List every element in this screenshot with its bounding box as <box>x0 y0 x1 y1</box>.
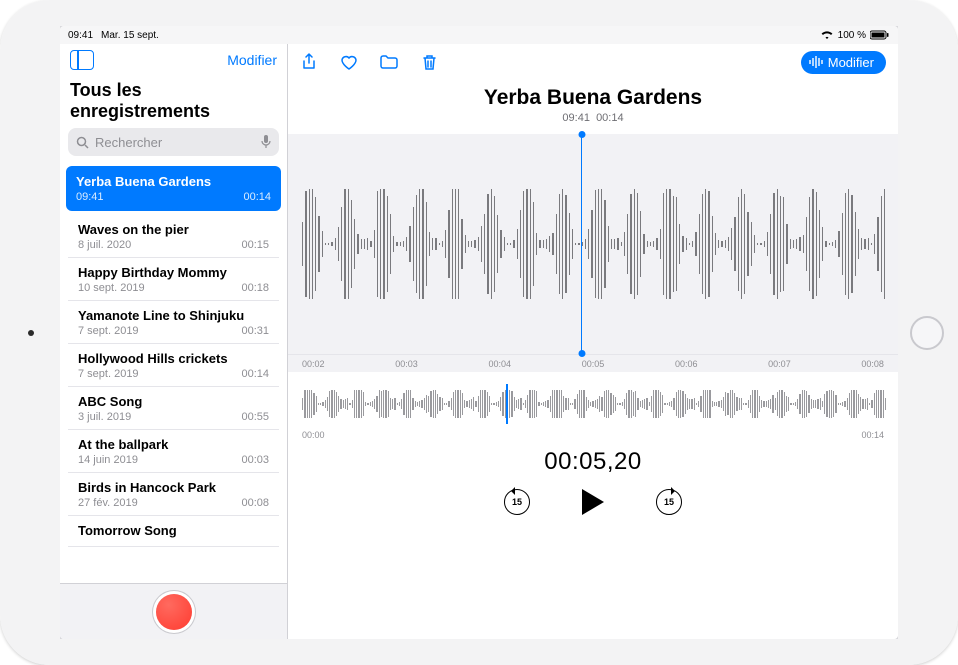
overview-end: 00:14 <box>861 430 884 440</box>
toggle-sidebar-icon[interactable] <box>70 50 94 70</box>
sidebar-edit-button[interactable]: Modifier <box>227 52 277 68</box>
recording-item-title: ABC Song <box>78 394 269 409</box>
recording-item-duration: 00:08 <box>241 497 269 509</box>
recording-item-duration: 00:14 <box>243 191 271 203</box>
share-icon[interactable] <box>300 53 318 71</box>
home-button[interactable] <box>910 316 944 350</box>
ruler-tick: 00:02 <box>302 359 325 369</box>
recording-item-title: Waves on the pier <box>78 222 269 237</box>
folder-icon[interactable] <box>380 53 398 71</box>
battery-icon <box>870 30 890 40</box>
recording-item[interactable]: Waves on the pier 8 juil. 2020 00:15 <box>68 215 279 258</box>
ruler-tick: 00:04 <box>488 359 511 369</box>
recording-item[interactable]: Tomorrow Song <box>68 516 279 547</box>
overview-start: 00:00 <box>302 430 325 440</box>
edit-recording-label: Modifier <box>828 55 874 70</box>
waveform-overview[interactable] <box>302 380 884 428</box>
recording-item-date: 27 fév. 2019 <box>78 497 138 509</box>
time-ruler: 00:02 00:03 00:04 00:05 00:06 00:07 00:08 <box>288 354 898 372</box>
ruler-tick: 00:05 <box>582 359 605 369</box>
recording-item-duration: 00:15 <box>241 239 269 251</box>
waveform-icon <box>809 56 823 68</box>
recording-item-title: Tomorrow Song <box>78 523 269 538</box>
recording-item-date: 14 juin 2019 <box>78 454 138 466</box>
recording-item-duration: 00:18 <box>241 282 269 294</box>
recording-item-duration: 00:31 <box>241 325 269 337</box>
waveform-main[interactable] <box>288 134 898 354</box>
wifi-icon <box>820 30 834 40</box>
recording-item[interactable]: At the ballpark 14 juin 2019 00:03 <box>68 430 279 473</box>
recording-item[interactable]: Yerba Buena Gardens 09:41 00:14 <box>66 166 281 211</box>
recording-item[interactable]: Happy Birthday Mommy 10 sept. 2019 00:18 <box>68 258 279 301</box>
ruler-tick: 00:06 <box>675 359 698 369</box>
recording-item-duration: 00:03 <box>241 454 269 466</box>
recording-item-title: Hollywood Hills crickets <box>78 351 269 366</box>
trash-icon[interactable] <box>420 53 438 71</box>
skip-back-button[interactable]: 15 <box>501 486 533 518</box>
recording-item[interactable]: Yamanote Line to Shinjuku 7 sept. 2019 00:… <box>68 301 279 344</box>
current-time: 00:05,20 <box>288 448 898 476</box>
playhead[interactable] <box>581 134 583 354</box>
ruler-tick: 00:08 <box>861 359 884 369</box>
recording-item-duration: 00:14 <box>241 368 269 380</box>
recording-item-date: 7 sept. 2019 <box>78 368 139 380</box>
recording-item-date: 7 sept. 2019 <box>78 325 139 337</box>
overview-playhead[interactable] <box>506 384 508 424</box>
record-button[interactable] <box>156 594 192 630</box>
recording-item[interactable]: ABC Song 3 juil. 2019 00:55 <box>68 387 279 430</box>
recording-title[interactable]: Yerba Buena Gardens <box>288 86 898 110</box>
favorite-icon[interactable] <box>340 53 358 71</box>
recording-subtitle: 09:41 00:14 <box>288 112 898 124</box>
recording-item-title: Happy Birthday Mommy <box>78 265 269 280</box>
front-camera <box>28 330 34 336</box>
recording-item-date: 09:41 <box>76 191 104 203</box>
play-button[interactable] <box>577 486 609 518</box>
sidebar-title: Tous les enregistrements <box>60 74 287 128</box>
recording-item-title: Yerba Buena Gardens <box>76 174 271 189</box>
recording-item-title: Yamanote Line to Shinjuku <box>78 308 269 323</box>
status-time: 09:41 <box>68 30 93 41</box>
search-placeholder: Rechercher <box>95 135 162 150</box>
skip-forward-button[interactable]: 15 <box>653 486 685 518</box>
search-input[interactable]: Rechercher <box>68 128 279 156</box>
mic-icon[interactable] <box>261 135 271 149</box>
edit-recording-button[interactable]: Modifier <box>801 51 886 74</box>
status-bar: 09:41 Mar. 15 sept. 100 % <box>60 26 898 44</box>
battery-percent: 100 % <box>838 30 866 41</box>
recording-item-title: Birds in Hancock Park <box>78 480 269 495</box>
ruler-tick: 00:07 <box>768 359 791 369</box>
recording-item-title: At the ballpark <box>78 437 269 452</box>
recording-item[interactable]: Birds in Hancock Park 27 fév. 2019 00:08 <box>68 473 279 516</box>
recording-item-date: 10 sept. 2019 <box>78 282 145 294</box>
recording-item-duration: 00:55 <box>241 411 269 423</box>
recording-item[interactable]: Hollywood Hills crickets 7 sept. 2019 00:1… <box>68 344 279 387</box>
status-date: Mar. 15 sept. <box>101 30 159 41</box>
search-icon <box>76 136 89 149</box>
recording-item-date: 3 juil. 2019 <box>78 411 131 423</box>
ruler-tick: 00:03 <box>395 359 418 369</box>
recordings-list[interactable]: Yerba Buena Gardens 09:41 00:14 Waves on th… <box>60 162 287 583</box>
recording-item-date: 8 juil. 2020 <box>78 239 131 251</box>
